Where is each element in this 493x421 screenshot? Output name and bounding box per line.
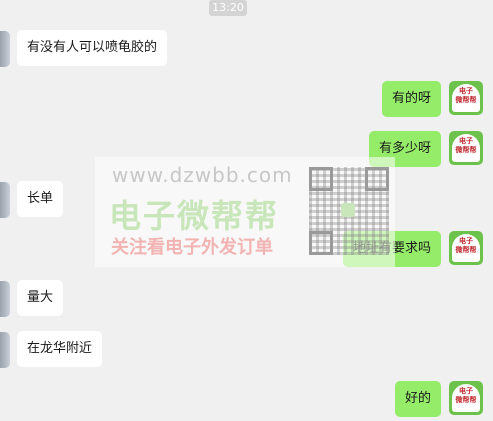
contact-avatar[interactable]	[0, 31, 10, 67]
message-bubble-incoming[interactable]: 有没有人可以喷龟胶的	[17, 30, 168, 66]
avatar-logo-icon: 电子 微帮帮	[452, 234, 480, 262]
watermark-url: www.dzwbb.com	[112, 163, 293, 187]
message-bubble-outgoing[interactable]: 好的	[394, 381, 441, 417]
message-bubble-incoming[interactable]: 长单	[17, 181, 64, 217]
avatar-logo-icon: 电子 微帮帮	[452, 384, 480, 412]
message-bubble-outgoing[interactable]: 地址有要求吗	[342, 231, 441, 267]
message-bubble-incoming[interactable]: 在龙华附近	[17, 331, 103, 367]
user-avatar[interactable]: 电子 微帮帮	[449, 381, 483, 415]
user-avatar[interactable]: 电子 微帮帮	[449, 81, 483, 115]
message-bubble-outgoing[interactable]: 有多少呀	[368, 131, 441, 167]
user-avatar[interactable]: 电子 微帮帮	[449, 231, 483, 265]
timestamp: 13:20	[209, 0, 247, 16]
contact-avatar[interactable]	[0, 182, 10, 218]
message-bubble-incoming[interactable]: 量大	[17, 280, 64, 316]
contact-avatar[interactable]	[0, 332, 10, 368]
contact-avatar[interactable]	[0, 281, 10, 317]
user-avatar[interactable]: 电子 微帮帮	[449, 131, 483, 165]
watermark-brand: 电子微帮帮	[109, 197, 280, 235]
avatar-logo-icon: 电子 微帮帮	[452, 134, 480, 162]
message-bubble-outgoing[interactable]: 有的呀	[381, 81, 441, 117]
avatar-logo-icon: 电子 微帮帮	[452, 84, 480, 112]
watermark-slogan: 关注看电子外发订单	[111, 237, 273, 258]
